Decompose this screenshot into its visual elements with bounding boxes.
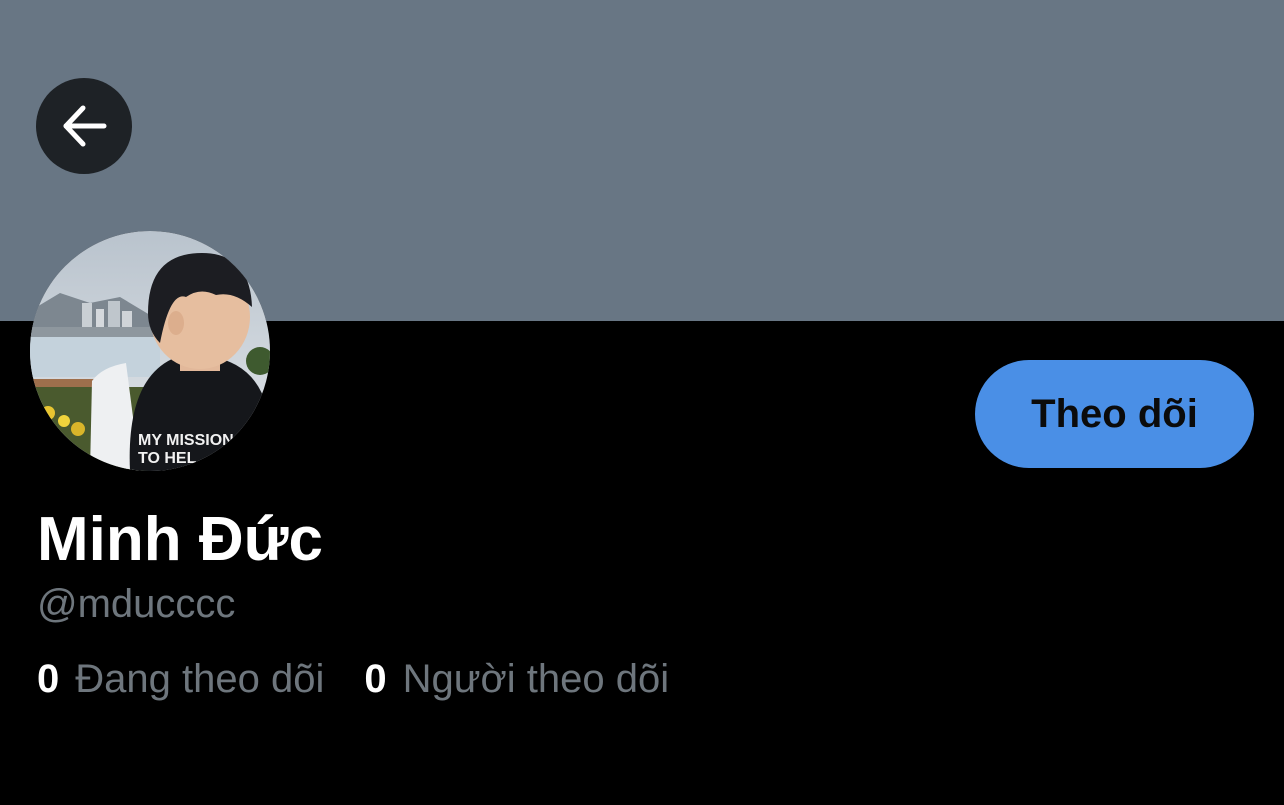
display-name: Minh Đức: [37, 505, 323, 574]
user-handle: @mducccc: [37, 582, 236, 626]
back-button[interactable]: [36, 78, 132, 174]
followers-label: Người theo dõi: [402, 657, 670, 701]
svg-text:MY MISSION: MY MISSION: [138, 432, 234, 449]
profile-page: MY MISSION TO HEL Theo dõi Minh Đức @mdu…: [0, 0, 1284, 805]
followers-count: 0: [364, 657, 387, 701]
follow-button[interactable]: Theo dõi: [975, 360, 1254, 468]
avatar[interactable]: MY MISSION TO HEL: [30, 231, 270, 471]
svg-text:TO HEL: TO HEL: [138, 450, 197, 467]
following-count: 0: [37, 657, 60, 701]
followers-stat[interactable]: 0 Người theo dõi: [364, 655, 669, 703]
follow-stats: 0 Đang theo dõi 0 Người theo dõi: [37, 655, 669, 703]
following-label: Đang theo dõi: [75, 657, 325, 701]
arrow-left-icon: [58, 100, 110, 152]
following-stat[interactable]: 0 Đang theo dõi: [37, 655, 324, 703]
